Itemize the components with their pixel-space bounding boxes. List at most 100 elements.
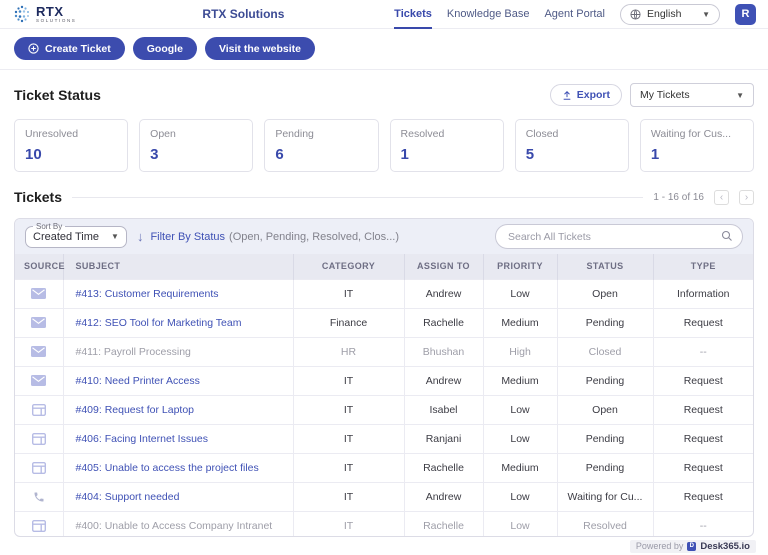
ticket-category: IT <box>293 365 405 395</box>
nav-agent-portal[interactable]: Agent Portal <box>544 0 605 29</box>
table-row[interactable]: #409: Request for Laptop IT Isabel Low O… <box>15 394 753 424</box>
table-header-row: SOURCE SUBJECT CATEGORY ASSIGN TO PRIORI… <box>15 254 753 279</box>
status-cards: Unresolved 10 Open 3 Pending 6 Resolved … <box>14 119 755 172</box>
status-card-pending[interactable]: Pending 6 <box>264 119 379 172</box>
ticket-assignee: Ranjani <box>404 423 484 453</box>
plus-circle-icon <box>28 43 39 54</box>
table-row[interactable]: #406: Facing Internet Issues IT Ranjani … <box>15 423 753 453</box>
create-ticket-button[interactable]: Create Ticket <box>14 37 125 60</box>
email-icon <box>31 288 47 300</box>
language-select[interactable]: English ▼ <box>620 3 720 25</box>
ticket-subject-link[interactable]: #410: Need Printer Access <box>76 375 200 387</box>
chevron-down-icon: ▼ <box>702 9 710 19</box>
ticket-status-title: Ticket Status <box>14 87 101 103</box>
top-header: RTX SOLUTIONS RTX Solutions Tickets Know… <box>0 0 768 29</box>
ticket-status: Resolved <box>557 510 654 536</box>
sort-by-select[interactable]: Sort By Created Time ▼ <box>25 221 127 248</box>
ticket-view-select[interactable]: My Tickets ▼ <box>630 83 754 107</box>
ticket-subject-link[interactable]: #411: Payroll Processing <box>76 346 191 358</box>
ticket-type: -- <box>653 510 753 536</box>
email-icon <box>31 346 47 358</box>
webform-icon <box>31 519 46 532</box>
ticket-subject-link[interactable]: #404: Support needed <box>76 491 180 503</box>
ticket-type: Request <box>653 481 753 511</box>
status-card-open[interactable]: Open 3 <box>139 119 254 172</box>
user-avatar[interactable]: R <box>735 3 756 25</box>
ticket-subject-link[interactable]: #406: Facing Internet Issues <box>76 433 209 445</box>
ticket-priority: Low <box>483 481 558 511</box>
ticket-assignee: Rachelle <box>404 510 484 536</box>
ticket-status: Open <box>557 278 654 308</box>
tickets-section: Tickets 1 - 16 of 16 ‹ › <box>0 189 768 205</box>
table-row[interactable]: #412: SEO Tool for Marketing Team Financ… <box>15 307 753 337</box>
ticket-category: IT <box>293 510 405 536</box>
sort-by-value: Created Time <box>33 230 100 243</box>
ticket-type: Information <box>653 278 753 308</box>
powered-by-badge[interactable]: Powered by D Desk365.io <box>629 539 756 553</box>
ticket-category: IT <box>293 394 405 424</box>
col-status: STATUS <box>557 254 654 279</box>
search-input[interactable] <box>495 224 743 249</box>
table-row[interactable]: #411: Payroll Processing HR Bhushan High… <box>15 336 753 366</box>
pagination-prev-button[interactable]: ‹ <box>714 189 729 205</box>
ticket-category: IT <box>293 481 405 511</box>
ticket-subject-link[interactable]: #409: Request for Laptop <box>76 404 195 416</box>
search-container <box>495 224 743 249</box>
ticket-subject-link[interactable]: #405: Unable to access the project files <box>76 462 259 474</box>
upload-icon <box>563 90 571 100</box>
table-row[interactable]: #413: Customer Requirements IT Andrew Lo… <box>15 278 753 308</box>
ticket-priority: Low <box>483 510 558 536</box>
globe-dots-icon <box>14 5 29 23</box>
status-card-waiting[interactable]: Waiting for Cus... 1 <box>639 119 755 172</box>
table-row[interactable]: #404: Support needed IT Andrew Low Waiti… <box>15 481 753 511</box>
ticket-type: -- <box>653 336 753 366</box>
nav-tickets[interactable]: Tickets <box>394 0 432 29</box>
status-card-closed[interactable]: Closed 5 <box>514 119 629 172</box>
ticket-priority: Low <box>483 423 558 453</box>
ticket-priority: Medium <box>483 365 558 395</box>
filter-by-status-link[interactable]: Filter By Status <box>150 231 225 243</box>
table-row[interactable]: #400: Unable to Access Company Intranet … <box>15 510 753 536</box>
ticket-category: Finance <box>293 307 405 337</box>
email-icon <box>31 317 47 329</box>
google-button[interactable]: Google <box>132 37 197 60</box>
ticket-category: IT <box>293 278 405 308</box>
ticket-assignee: Andrew <box>404 481 484 511</box>
ticket-assignee: Andrew <box>404 365 484 395</box>
ticket-category: IT <box>293 452 405 482</box>
header-nav: Tickets Knowledge Base Agent Portal Engl… <box>394 0 756 29</box>
webform-icon <box>31 461 46 474</box>
logo-subtext: SOLUTIONS <box>36 17 77 23</box>
table-row[interactable]: #405: Unable to access the project files… <box>15 452 753 482</box>
ticket-priority: Medium <box>483 307 558 337</box>
status-card-resolved[interactable]: Resolved 1 <box>389 119 504 172</box>
sort-direction-icon[interactable]: ↓ <box>137 229 144 244</box>
ticket-status: Pending <box>557 365 654 395</box>
col-source: SOURCE <box>15 254 65 279</box>
col-assign-to: ASSIGN TO <box>404 254 484 279</box>
divider <box>72 196 644 198</box>
ticket-assignee: Bhushan <box>404 336 484 366</box>
tickets-table-body: #413: Customer Requirements IT Andrew Lo… <box>15 278 753 536</box>
ticket-subject-link[interactable]: #413: Customer Requirements <box>76 288 219 300</box>
actions-bar: Create Ticket Google Visit the website <box>0 29 768 70</box>
pagination-next-button[interactable]: › <box>739 189 754 205</box>
visit-website-button[interactable]: Visit the website <box>204 37 316 60</box>
search-icon <box>721 230 732 241</box>
webform-icon <box>31 403 46 416</box>
col-type: TYPE <box>653 254 753 279</box>
ticket-type: Request <box>653 365 753 395</box>
helpdesk-page: RTX SOLUTIONS RTX Solutions Tickets Know… <box>0 0 768 555</box>
ticket-subject-link[interactable]: #412: SEO Tool for Marketing Team <box>76 317 242 329</box>
status-card-unresolved[interactable]: Unresolved 10 <box>14 119 129 172</box>
chevron-down-icon: ▼ <box>736 90 744 100</box>
company-logo[interactable]: RTX SOLUTIONS <box>12 4 76 24</box>
export-button[interactable]: Export <box>549 84 622 106</box>
tickets-table: SOURCE SUBJECT CATEGORY ASSIGN TO PRIORI… <box>15 254 753 536</box>
ticket-subject-link[interactable]: #400: Unable to Access Company Intranet <box>76 520 273 532</box>
email-icon <box>31 375 47 387</box>
nav-knowledge-base[interactable]: Knowledge Base <box>447 0 530 29</box>
webform-icon <box>31 432 46 445</box>
table-row[interactable]: #410: Need Printer Access IT Andrew Medi… <box>15 365 753 395</box>
filter-status-detail: (Open, Pending, Resolved, Clos...) <box>229 230 400 243</box>
